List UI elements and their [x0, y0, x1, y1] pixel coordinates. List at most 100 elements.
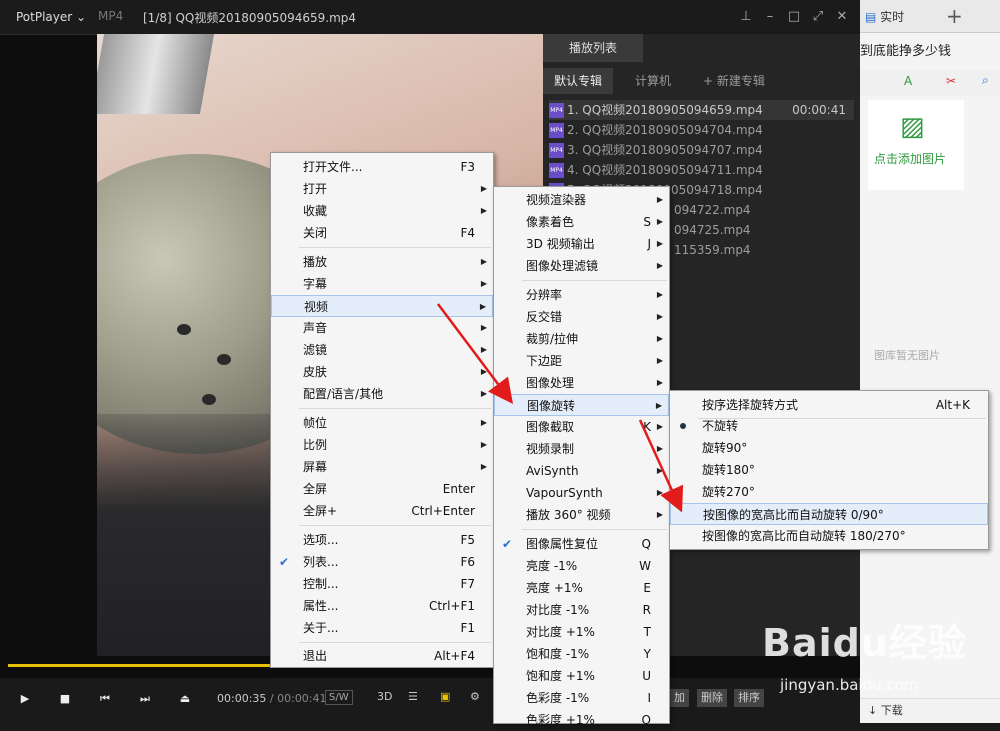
menu-item-pixel-shader[interactable]: 像素着色 S ▶	[494, 211, 669, 233]
menu-item-auto-rotate-180-270[interactable]: 按图像的宽高比而自动旋转 180/270°	[670, 525, 988, 547]
menu-item-audio[interactable]: 声音 ▶	[271, 317, 493, 339]
menu-item-subtitle[interactable]: 字幕 ▶	[271, 273, 493, 295]
menu-item-video[interactable]: 视频 ▶	[271, 295, 493, 317]
menu-item-ratio[interactable]: 比例 ▶	[271, 434, 493, 456]
menu-item-brightness-down[interactable]: 亮度 -1% W	[494, 555, 669, 577]
menu-item-hue-down[interactable]: 色彩度 -1% I	[494, 687, 669, 709]
menu-item-360-video[interactable]: 播放 360° 视频 ▶	[494, 504, 669, 526]
menu-item-close[interactable]: 关闭 F4	[271, 222, 493, 244]
menu-item-deinterlace[interactable]: 反交错 ▶	[494, 306, 669, 328]
menu-item-image-filters[interactable]: 图像处理滤镜 ▶	[494, 255, 669, 277]
menu-item-options[interactable]: 选项... F5	[271, 529, 493, 551]
add-button[interactable]: 加	[670, 689, 689, 707]
playlist-item[interactable]: MP4 3. QQ视频20180905094707.mp4	[549, 140, 854, 160]
menu-item-fullscreen-plus[interactable]: 全屏+ Ctrl+Enter	[271, 500, 493, 522]
menu-item-list[interactable]: ✔ 列表... F6	[271, 551, 493, 573]
play-icon[interactable]: ▶	[14, 688, 36, 710]
tab-default-album[interactable]: 默认专辑	[543, 68, 613, 94]
add-image-box[interactable]: ▨	[868, 100, 964, 190]
menu-item-exit[interactable]: 退出 Alt+F4	[271, 645, 493, 667]
subtitle-search-icon[interactable]: ☰	[408, 690, 418, 703]
chart-icon: ▤	[865, 10, 877, 24]
menu-item-video-renderer[interactable]: 视频渲染器 ▶	[494, 189, 669, 211]
menu-item-fullscreen[interactable]: 全屏 Enter	[271, 478, 493, 500]
download-label: 下载	[880, 704, 903, 717]
menu-item-brightness-up[interactable]: 亮度 +1% E	[494, 577, 669, 599]
menu-item-saturation-down[interactable]: 饱和度 -1% Y	[494, 643, 669, 665]
scissors-icon[interactable]: ✂	[946, 74, 956, 88]
menu-item-avisynth[interactable]: AviSynth ▶	[494, 460, 669, 482]
sw-toggle[interactable]: S/W	[325, 690, 353, 705]
playlist-item[interactable]: MP4 1. QQ视频20180905094659.mp4 00:00:41	[549, 100, 854, 120]
menu-item-image-capture[interactable]: 图像截取 K ▶	[494, 416, 669, 438]
tab-computer[interactable]: 计算机	[635, 68, 671, 94]
menu-item-favorites[interactable]: 收藏 ▶	[271, 200, 493, 222]
menu-item-image-reset[interactable]: ✔ 图像属性复位 Q	[494, 533, 669, 555]
menu-item-no-rotation[interactable]: 不旋转	[670, 415, 988, 437]
menu-item-crop-stretch[interactable]: 裁剪/拉伸 ▶	[494, 328, 669, 350]
control-bar	[0, 678, 860, 722]
pin-icon[interactable]: ⊥	[737, 8, 755, 26]
menu-item-cycle-rotation[interactable]: 按序选择旋转方式 Alt+K	[670, 394, 988, 416]
playlist-header[interactable]: 播放列表	[543, 34, 643, 62]
menu-item-open[interactable]: 打开 ▶	[271, 178, 493, 200]
menu-item-properties[interactable]: 属性... Ctrl+F1	[271, 595, 493, 617]
stop-icon[interactable]: ■	[54, 688, 76, 710]
menu-item-resolution[interactable]: 分辨率 ▶	[494, 284, 669, 306]
menu-item-rotate-270[interactable]: 旋转270°	[670, 481, 988, 503]
playlist-item[interactable]: 094725.mp4	[674, 220, 854, 240]
menu-item-play[interactable]: 播放 ▶	[271, 251, 493, 273]
menu-item-saturation-up[interactable]: 饱和度 +1% U	[494, 665, 669, 687]
menu-item-about[interactable]: 关于... F1	[271, 617, 493, 639]
new-tab-icon[interactable]: +	[946, 4, 963, 28]
tab-new-album[interactable]: + 新建专辑	[703, 68, 765, 94]
tab-realtime[interactable]: ▤ 实时	[865, 8, 904, 25]
eject-icon[interactable]: ⏏	[174, 688, 196, 710]
menu-item-video-record[interactable]: 视频录制 ▶	[494, 438, 669, 460]
menu-item-hue-up[interactable]: 色彩度 +1% O	[494, 709, 669, 731]
add-image-label[interactable]: 点击添加图片	[874, 150, 946, 167]
text-style-icon[interactable]: A	[904, 74, 912, 88]
menu-item-auto-rotate-0-90[interactable]: 按图像的宽高比而自动旋转 0/90°	[670, 503, 988, 525]
playlist-item[interactable]: MP4 4. QQ视频20180905094711.mp4	[549, 160, 854, 180]
menu-item-control[interactable]: 控制... F7	[271, 573, 493, 595]
menu-item-contrast-up[interactable]: 对比度 +1% T	[494, 621, 669, 643]
menu-item-config[interactable]: 配置/语言/其他 ▶	[271, 383, 493, 405]
fullscreen-icon[interactable]: ⤢	[809, 8, 827, 26]
search-icon[interactable]: ⌕	[982, 73, 989, 88]
submenu-arrow-icon: ▶	[480, 257, 487, 266]
delete-button[interactable]: 删除	[697, 689, 727, 707]
playlist-item[interactable]: 115359.mp4	[674, 240, 854, 260]
playlist-item[interactable]: 094722.mp4	[674, 200, 854, 220]
next-icon[interactable]: ⏭	[134, 688, 156, 710]
menu-item-contrast-down[interactable]: 对比度 -1% R	[494, 599, 669, 621]
previous-icon[interactable]: ⏮	[94, 688, 116, 710]
menu-item-bottom-margin[interactable]: 下边距 ▶	[494, 350, 669, 372]
playlist-toggle-icon[interactable]: ▣	[440, 690, 450, 703]
settings-gear-icon[interactable]: ⚙	[470, 690, 480, 703]
menu-item-screen[interactable]: 屏幕 ▶	[271, 456, 493, 478]
wristwatch-image	[97, 34, 215, 114]
minimize-icon[interactable]: –	[761, 8, 779, 26]
submenu-arrow-icon: ▶	[656, 488, 663, 497]
menu-item-image-rotation[interactable]: 图像旋转 ▶	[494, 394, 669, 416]
app-menu-button[interactable]: PotPlayer ⌄	[8, 6, 94, 28]
menu-item-rotate-180[interactable]: 旋转180°	[670, 459, 988, 481]
menu-item-vapoursynth[interactable]: VapourSynth ▶	[494, 482, 669, 504]
submenu-arrow-icon: ▶	[480, 323, 487, 332]
menu-item-filters[interactable]: 滤镜 ▶	[271, 339, 493, 361]
maximize-icon[interactable]: □	[785, 8, 803, 26]
3d-button[interactable]: 3D	[377, 690, 392, 703]
title-bar: PotPlayer ⌄ MP4 [1/8] QQ视频20180905094659…	[0, 0, 860, 35]
sort-button[interactable]: 排序	[734, 689, 764, 707]
menu-item-frame[interactable]: 帧位 ▶	[271, 412, 493, 434]
playlist-item[interactable]: MP4 2. QQ视频20180905094704.mp4	[549, 120, 854, 140]
download-button[interactable]: ↓ 下载	[868, 702, 903, 718]
close-icon[interactable]: ✕	[833, 8, 851, 26]
mp4-file-icon: MP4	[549, 143, 564, 158]
menu-item-skins[interactable]: 皮肤 ▶	[271, 361, 493, 383]
menu-item-open-file[interactable]: 打开文件... F3	[271, 156, 493, 178]
menu-item-3d-output[interactable]: 3D 视频输出 J ▶	[494, 233, 669, 255]
menu-item-rotate-90[interactable]: 旋转90°	[670, 437, 988, 459]
menu-item-image-processing[interactable]: 图像处理 ▶	[494, 372, 669, 394]
